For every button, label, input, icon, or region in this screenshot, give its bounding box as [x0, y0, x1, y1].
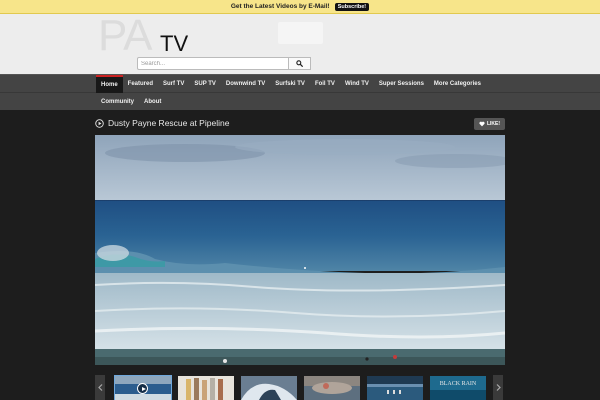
thumbnail-item[interactable]: BLACK RAIN [430, 376, 486, 400]
video-player[interactable] [95, 135, 505, 365]
thumbnail-item[interactable] [367, 376, 423, 400]
site-header: PA TV [0, 14, 600, 74]
thumbs-prev-button[interactable] [95, 375, 105, 400]
thumbnail-image [241, 376, 297, 400]
main-content: Dusty Payne Rescue at Pipeline LIKE! BLA… [0, 110, 600, 400]
nav-item-surfski-tv[interactable]: Surfski TV [270, 75, 310, 93]
header-ad-slot [278, 22, 323, 44]
nav-row-secondary: Community About [96, 93, 166, 111]
like-label: LIKE! [486, 121, 501, 127]
nav-item-super-sessions[interactable]: Super Sessions [374, 75, 429, 93]
thumbnail-strip: BLACK RAIN [95, 375, 505, 400]
nav-item-about[interactable]: About [139, 93, 166, 111]
thumbnail-image [304, 376, 360, 400]
nav-item-downwind-tv[interactable]: Downwind TV [221, 75, 270, 93]
thumbnail-item[interactable] [178, 376, 234, 400]
play-circle-icon [95, 118, 104, 128]
video-title: Dusty Payne Rescue at Pipeline [108, 118, 230, 128]
nav-item-sup-tv[interactable]: SUP TV [189, 75, 221, 93]
search-bar [137, 57, 311, 70]
thumbnail-item[interactable] [114, 375, 172, 400]
chevron-right-icon [496, 384, 501, 391]
thumbnail-caption: BLACK RAIN [440, 381, 477, 387]
nav-row-primary: Home Featured Surf TV SUP TV Downwind TV… [96, 75, 486, 93]
nav-item-surf-tv[interactable]: Surf TV [158, 75, 189, 93]
search-input[interactable] [137, 57, 289, 70]
like-button[interactable]: LIKE! [474, 118, 505, 130]
thumbnail-item[interactable] [304, 376, 360, 400]
email-banner: Get the Latest Videos by E-Mail! Subscri… [0, 0, 600, 14]
play-icon [137, 383, 148, 394]
logo-pa: PA [98, 11, 152, 60]
video-title-bar: Dusty Payne Rescue at Pipeline [95, 118, 229, 128]
heart-icon [479, 121, 485, 127]
nav-item-home[interactable]: Home [96, 75, 123, 93]
logo-tv: TV [160, 31, 189, 56]
thumbnail-image [367, 376, 423, 400]
email-banner-text: Get the Latest Videos by E-Mail! [230, 3, 330, 10]
nav-item-foil-tv[interactable]: Foil TV [310, 75, 340, 93]
search-icon [296, 60, 303, 67]
nav-item-community[interactable]: Community [96, 93, 139, 111]
main-nav: Home Featured Surf TV SUP TV Downwind TV… [0, 74, 600, 110]
search-button[interactable] [289, 57, 311, 70]
nav-item-wind-tv[interactable]: Wind TV [340, 75, 374, 93]
nav-item-more-categories[interactable]: More Categories [429, 75, 486, 93]
thumbnail-image: BLACK RAIN [430, 376, 486, 400]
thumbnail-image [178, 376, 234, 400]
video-frame-image [95, 135, 505, 365]
chevron-left-icon [97, 384, 102, 391]
thumbs-next-button[interactable] [493, 375, 503, 400]
subscribe-button[interactable]: Subscribe! [334, 2, 370, 11]
nav-item-featured[interactable]: Featured [123, 75, 158, 93]
thumbnail-item[interactable] [241, 376, 297, 400]
